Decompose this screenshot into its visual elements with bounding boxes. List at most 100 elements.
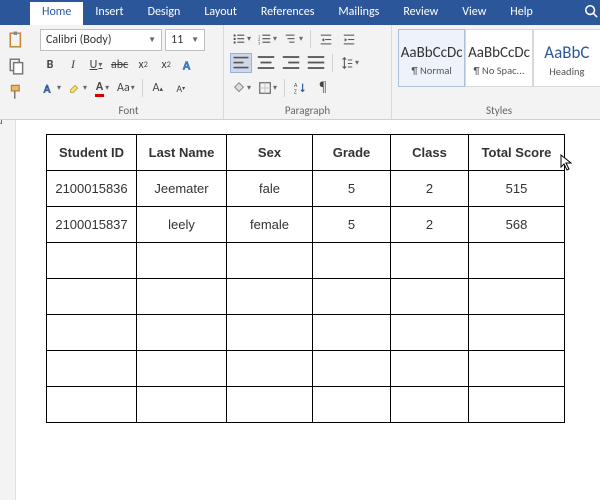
bold-button[interactable]: B	[40, 55, 60, 75]
cell-last_name[interactable]	[137, 387, 227, 423]
table-row[interactable]	[47, 315, 565, 351]
cell-grade[interactable]	[313, 243, 391, 279]
font-size-combo[interactable]: 11 ▼	[165, 29, 205, 51]
document-area[interactable]: ard Student ID Last Name Sex Grade Class…	[0, 120, 600, 500]
shrink-font-button[interactable]: A▾	[171, 78, 191, 98]
cell-student_id[interactable]: 2100015836	[47, 171, 137, 207]
change-case-button[interactable]: Aa▾	[115, 78, 137, 98]
cell-class[interactable]	[391, 279, 469, 315]
align-right-button[interactable]	[280, 53, 302, 73]
cell-class[interactable]: 2	[391, 207, 469, 243]
cell-sex[interactable]	[227, 279, 313, 315]
subscript-button[interactable]: x2	[133, 55, 153, 75]
cell-last_name[interactable]	[137, 351, 227, 387]
paste-icon[interactable]	[8, 31, 26, 49]
cell-sex[interactable]: female	[227, 207, 313, 243]
table-row[interactable]: 2100015837leelyfemale52568	[47, 207, 565, 243]
tab-layout[interactable]: Layout	[192, 0, 249, 25]
underline-button[interactable]: U▾	[86, 55, 106, 75]
table-header-row[interactable]: Student ID Last Name Sex Grade Class Tot…	[47, 135, 565, 171]
cell-total_score[interactable]	[469, 243, 565, 279]
cell-grade[interactable]: 5	[313, 207, 391, 243]
cell-student_id[interactable]	[47, 351, 137, 387]
cell-grade[interactable]: 5	[313, 171, 391, 207]
line-spacing-button[interactable]: ▾	[338, 53, 361, 73]
align-center-button[interactable]	[255, 53, 277, 73]
tab-design[interactable]: Design	[136, 0, 193, 25]
cell-total_score[interactable]: 568	[469, 207, 565, 243]
cell-student_id[interactable]: 2100015837	[47, 207, 137, 243]
italic-button[interactable]: I	[63, 55, 83, 75]
cell-class[interactable]: 2	[391, 171, 469, 207]
cell-student_id[interactable]	[47, 279, 137, 315]
align-left-button[interactable]	[230, 53, 252, 73]
tab-mailings[interactable]: Mailings	[326, 0, 391, 25]
font-name-combo[interactable]: Calibri (Body) ▼	[40, 29, 162, 51]
superscript-button[interactable]: x2	[156, 55, 176, 75]
justify-button[interactable]	[305, 53, 327, 73]
font-outline-button[interactable]: A▾	[40, 78, 63, 98]
show-marks-button[interactable]: ¶	[313, 78, 333, 98]
cell-last_name[interactable]: Jeemater	[137, 171, 227, 207]
tab-insert[interactable]: Insert	[83, 0, 135, 25]
cell-last_name[interactable]	[137, 315, 227, 351]
strikethrough-button[interactable]: abc	[109, 55, 130, 75]
borders-button[interactable]: ▾	[256, 78, 279, 98]
cell-last_name[interactable]: leely	[137, 207, 227, 243]
cell-last_name[interactable]	[137, 279, 227, 315]
cell-grade[interactable]	[313, 351, 391, 387]
sort-button[interactable]: AZ	[290, 78, 310, 98]
cell-class[interactable]	[391, 315, 469, 351]
text-effects-button[interactable]: A	[179, 55, 199, 75]
cell-student_id[interactable]	[47, 387, 137, 423]
tab-references[interactable]: References	[249, 0, 327, 25]
style-no-spacing[interactable]: AaBbCcDc ¶ No Spac...	[465, 29, 532, 87]
cell-grade[interactable]	[313, 387, 391, 423]
grow-font-button[interactable]: A▴	[148, 78, 168, 98]
cell-class[interactable]	[391, 243, 469, 279]
cell-total_score[interactable]: 515	[469, 171, 565, 207]
cell-grade[interactable]	[313, 279, 391, 315]
cell-total_score[interactable]	[469, 387, 565, 423]
cell-class[interactable]	[391, 387, 469, 423]
header-last-name[interactable]: Last Name	[137, 135, 227, 171]
cell-last_name[interactable]	[137, 243, 227, 279]
cell-student_id[interactable]	[47, 243, 137, 279]
highlight-button[interactable]: ▾	[66, 78, 89, 98]
multilevel-list-button[interactable]: ▾	[282, 29, 305, 49]
cell-total_score[interactable]	[469, 351, 565, 387]
cell-sex[interactable]	[227, 315, 313, 351]
table-row[interactable]	[47, 387, 565, 423]
document-table[interactable]: Student ID Last Name Sex Grade Class Tot…	[46, 134, 565, 423]
table-row[interactable]	[47, 279, 565, 315]
header-total-score[interactable]: Total Score	[469, 135, 565, 171]
search-icon[interactable]	[584, 4, 598, 22]
cell-total_score[interactable]	[469, 279, 565, 315]
numbering-button[interactable]: 123▾	[256, 29, 279, 49]
bullets-button[interactable]: ▾	[230, 29, 253, 49]
shading-button[interactable]: ▾	[230, 78, 253, 98]
cell-sex[interactable]	[227, 387, 313, 423]
copy-icon[interactable]	[8, 57, 26, 75]
cell-sex[interactable]: fale	[227, 171, 313, 207]
style-heading-1[interactable]: AaBbC Heading	[533, 29, 600, 87]
increase-indent-button[interactable]	[339, 29, 359, 49]
table-row[interactable]	[47, 351, 565, 387]
format-painter-icon[interactable]	[8, 83, 26, 101]
cell-sex[interactable]	[227, 351, 313, 387]
header-class[interactable]: Class	[391, 135, 469, 171]
cell-class[interactable]	[391, 351, 469, 387]
table-row[interactable]	[47, 243, 565, 279]
header-grade[interactable]: Grade	[313, 135, 391, 171]
table-row[interactable]: 2100015836Jeematerfale52515	[47, 171, 565, 207]
tab-home[interactable]: Home	[30, 0, 83, 25]
tab-view[interactable]: View	[450, 0, 498, 25]
cell-student_id[interactable]	[47, 315, 137, 351]
header-student-id[interactable]: Student ID	[47, 135, 137, 171]
cell-sex[interactable]	[227, 243, 313, 279]
decrease-indent-button[interactable]	[316, 29, 336, 49]
style-normal[interactable]: AaBbCcDc ¶ Normal	[398, 29, 465, 87]
header-sex[interactable]: Sex	[227, 135, 313, 171]
cell-grade[interactable]	[313, 315, 391, 351]
tab-review[interactable]: Review	[391, 0, 450, 25]
